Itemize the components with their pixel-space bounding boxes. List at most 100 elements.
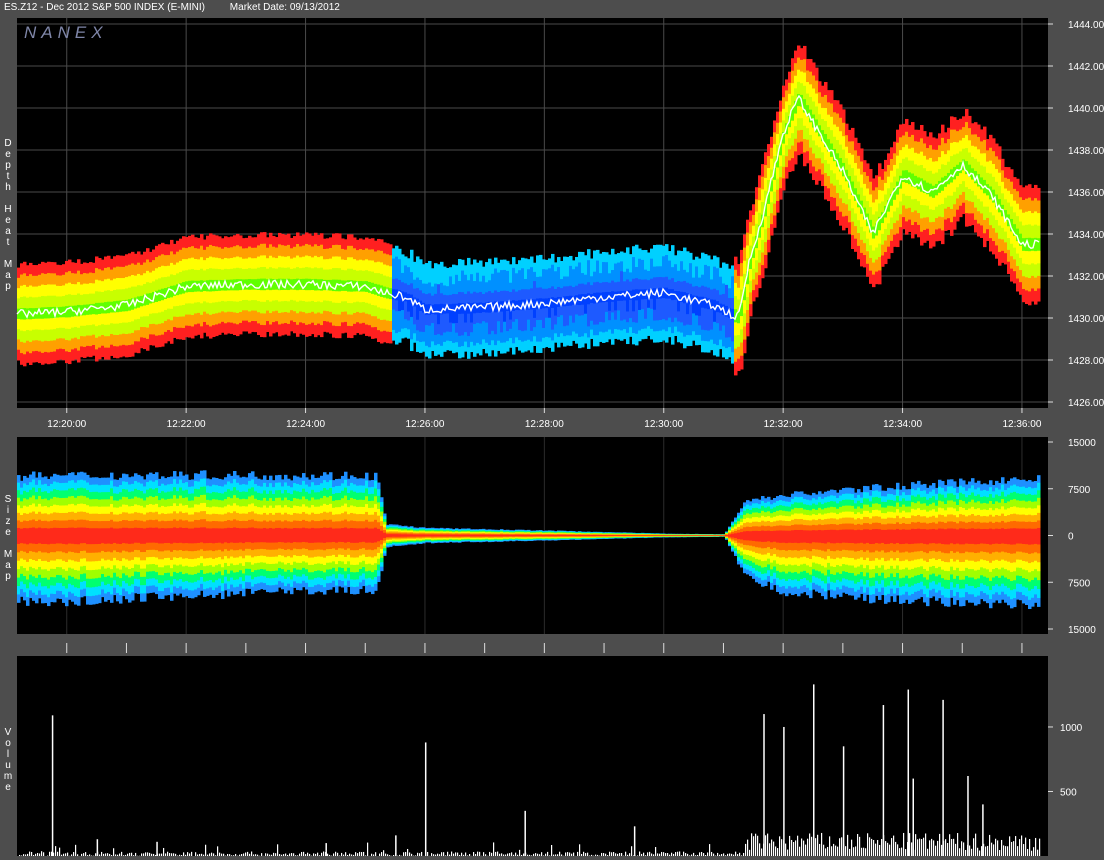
depth-heat-cell <box>545 298 549 309</box>
depth-heat-cell <box>437 274 441 285</box>
depth-heat-cell <box>347 325 351 338</box>
depth-heat-cell <box>659 266 663 278</box>
depth-heat-cell <box>554 280 558 290</box>
depth-heat-cell <box>467 291 471 304</box>
depth-heat-cell <box>182 327 186 340</box>
depth-heat-cell <box>494 257 498 270</box>
depth-heat-cell <box>938 228 942 241</box>
depth-heat-cell <box>341 269 345 281</box>
depth-heat-cell <box>731 287 735 299</box>
depth-heat-cell <box>71 284 75 296</box>
depth-heat-cell <box>296 324 300 337</box>
depth-heat-cell <box>203 239 207 251</box>
depth-heat-cell <box>212 234 216 247</box>
depth-heat-cell <box>29 285 33 298</box>
depth-heat-cell <box>149 313 153 325</box>
depth-heat-cell <box>605 301 609 313</box>
depth-heat-cell <box>338 314 342 327</box>
depth-heat-cell <box>26 286 30 299</box>
depth-heat-cell <box>422 264 426 275</box>
depth-heat-cell <box>206 269 210 281</box>
depth-heat-cell <box>419 290 423 302</box>
depth-heat-cell <box>584 313 588 324</box>
depth-heat-cell <box>956 153 960 166</box>
depth-heat-cell <box>218 269 222 281</box>
depth-heat-cell <box>323 300 327 312</box>
size-y-tick-label: 15000 <box>1068 625 1096 636</box>
depth-heat-cell <box>611 312 615 324</box>
size-heat-cell <box>263 527 267 543</box>
depth-heat-cell <box>794 75 798 89</box>
depth-heat-cell <box>518 270 522 281</box>
depth-heat-cell <box>125 254 129 267</box>
depth-heat-cell <box>728 337 732 348</box>
depth-heat-cell <box>311 246 315 258</box>
depth-heat-cell <box>383 330 387 343</box>
depth-heat-cell <box>368 260 372 272</box>
depth-heat-cell <box>806 70 810 83</box>
depth-heat-cell <box>707 330 711 342</box>
depth-heat-cell <box>230 268 234 281</box>
depth-heat-cell <box>569 335 573 346</box>
depth-heat-cell <box>371 316 375 328</box>
depth-heat-cell <box>257 289 261 302</box>
depth-heat-cell <box>440 282 444 294</box>
depth-heat-cell <box>971 202 975 214</box>
depth-heat-cell <box>563 336 567 347</box>
depth-heat-cell <box>374 273 378 285</box>
depth-heat-cell <box>830 183 834 198</box>
depth-heat-cell <box>599 263 603 274</box>
depth-heat-cell <box>407 276 411 286</box>
depth-heat-cell <box>746 310 750 324</box>
depth-heat-cell <box>260 301 264 314</box>
depth-heat-cell <box>1007 178 1011 192</box>
depth-heat-cell <box>935 218 939 230</box>
depth-heat-cell <box>668 270 672 281</box>
depth-heat-cell <box>494 290 498 302</box>
depth-heat-cell <box>200 234 204 247</box>
depth-heat-cell <box>629 254 633 264</box>
depth-heat-cell <box>446 267 450 278</box>
depth-heat-cell <box>179 272 183 284</box>
depth-heat-cell <box>329 269 333 281</box>
depth-heat-cell <box>560 315 564 325</box>
depth-heat-cell <box>758 237 762 251</box>
depth-heat-cell <box>320 267 324 280</box>
depth-heat-cell <box>179 316 183 329</box>
depth-heat-cell <box>629 308 633 319</box>
depth-heat-cell <box>851 194 855 209</box>
depth-heat-cell <box>140 327 144 338</box>
depth-heat-cell <box>362 291 366 303</box>
depth-heat-cell <box>959 183 963 196</box>
depth-heat-cell <box>995 219 999 234</box>
depth-heat-cell <box>131 344 135 357</box>
depth-heat-cell <box>719 312 723 323</box>
depth-heat-cell <box>35 265 39 277</box>
depth-heat-cell <box>779 155 783 167</box>
depth-heat-cell <box>653 298 657 311</box>
depth-heat-cell <box>821 85 825 98</box>
depth-heat-cell <box>257 278 261 291</box>
depth-heat-cell <box>107 313 111 326</box>
size-heat-cell <box>161 528 165 544</box>
depth-heat-cell <box>674 264 678 274</box>
depth-heat-cell <box>908 184 912 197</box>
depth-heat-cell <box>713 310 717 323</box>
depth-heat-cell <box>794 113 798 127</box>
depth-heat-cell <box>572 304 576 315</box>
depth-heat-cell <box>749 268 753 282</box>
depth-heat-cell <box>317 257 321 269</box>
depth-heat-cell <box>404 292 408 302</box>
depth-heat-cell <box>935 206 939 219</box>
depth-heat-cell <box>899 137 903 151</box>
depth-heat-cell <box>458 335 462 348</box>
depth-heat-cell <box>707 287 711 299</box>
depth-heat-cell <box>200 314 204 327</box>
size-heat-cell <box>215 528 219 543</box>
depth-heat-cell <box>995 245 999 259</box>
depth-heat-cell <box>404 256 408 266</box>
depth-heat-cell <box>971 190 975 203</box>
depth-heat-cell <box>836 100 840 115</box>
depth-heat-cell <box>659 244 663 257</box>
depth-heat-cell <box>665 276 669 289</box>
